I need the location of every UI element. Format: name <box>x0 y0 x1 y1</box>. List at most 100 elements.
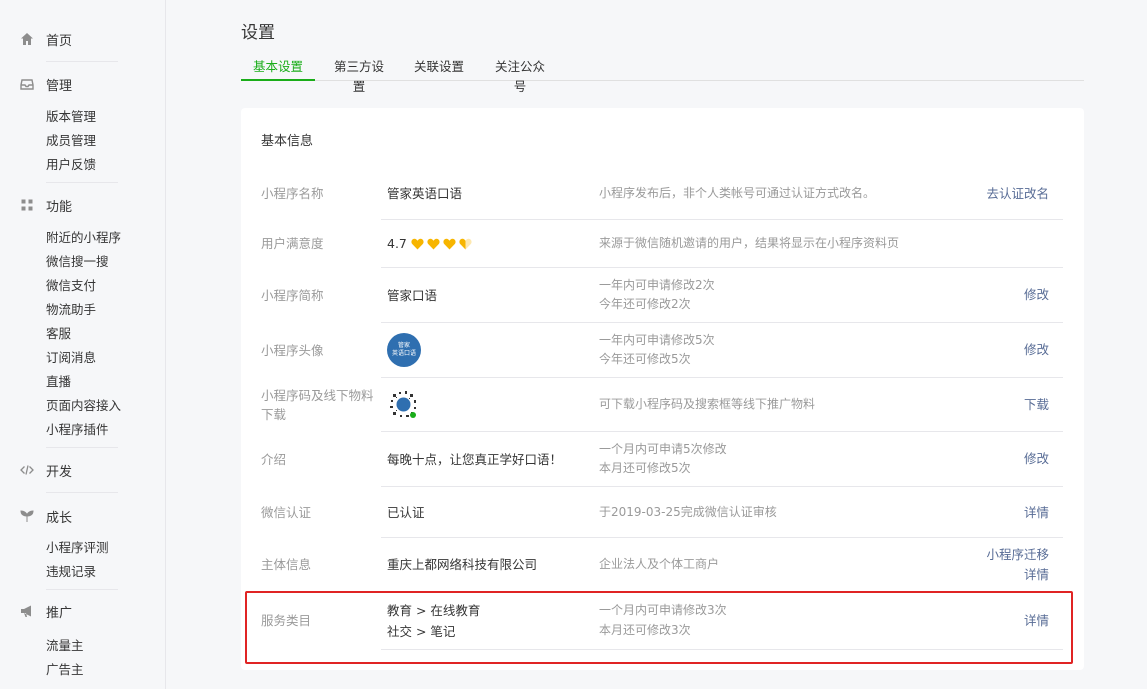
divider <box>46 589 118 590</box>
divider <box>381 649 1063 650</box>
card-title: 基本信息 <box>261 134 314 149</box>
row-desc-line2: 今年还可修改5次 <box>599 352 691 366</box>
sidebar-item-plugin[interactable]: 小程序插件 <box>46 421 109 439</box>
rating-score: 4.7 <box>387 236 407 251</box>
tab-association[interactable]: 关联设置 <box>414 57 464 81</box>
grid-icon <box>20 198 34 212</box>
row-avatar: 小程序头像 管家 英语口语 一年内可申请修改5次 今年还可修改5次 修改 <box>261 323 1063 378</box>
nav-home[interactable]: 首页 <box>20 29 72 49</box>
sidebar-item-nearby[interactable]: 附近的小程序 <box>46 229 121 247</box>
row-desc-line1: 一个月内可申请5次修改 <box>599 442 727 456</box>
sidebar-item-subscribe[interactable]: 订阅消息 <box>46 349 96 367</box>
category-item: 教育 > 在线教育 <box>387 603 481 618</box>
divider <box>46 61 118 62</box>
sidebar-item-advertiser[interactable]: 广告主 <box>46 661 84 679</box>
row-value: 每晚十点，让您真正学好口语！ <box>387 452 563 467</box>
row-desc-line2: 本月还可修改3次 <box>599 623 691 637</box>
row-desc: 企业法人及个体工商户 <box>599 557 720 571</box>
row-label: 小程序头像 <box>261 343 324 358</box>
nav-growth[interactable]: 成长 <box>20 506 72 526</box>
divider <box>46 492 118 493</box>
entity-details-link[interactable]: 详情 <box>1024 565 1049 585</box>
nav-features-label: 功能 <box>46 199 73 215</box>
rating-display: 4.7 <box>387 233 475 254</box>
sidebar-item-members[interactable]: 成员管理 <box>46 132 96 150</box>
tab-basic[interactable]: 基本设置 <box>241 57 315 81</box>
sidebar-item-version[interactable]: 版本管理 <box>46 108 96 126</box>
tab-bar: 基本设置 第三方设置 关联设置 关注公众号 <box>241 57 1084 94</box>
row-short-name: 小程序简称 管家口语 一年内可申请修改2次 今年还可修改2次 修改 <box>261 268 1063 323</box>
sidebar-item-violation[interactable]: 违规记录 <box>46 563 96 581</box>
row-label-line1: 小程序码及线下物料 <box>261 388 374 403</box>
edit-intro-link[interactable]: 修改 <box>1024 449 1049 469</box>
sidebar-item-live[interactable]: 直播 <box>46 373 71 391</box>
sidebar-item-search[interactable]: 微信搜一搜 <box>46 253 109 271</box>
nav-growth-label: 成长 <box>46 510 73 526</box>
edit-short-name-link[interactable]: 修改 <box>1024 285 1049 305</box>
row-desc: 小程序发布后，非个人类帐号可通过认证方式改名。 <box>599 186 876 200</box>
heart-icon <box>411 238 424 249</box>
row-label: 小程序简称 <box>261 288 324 303</box>
row-desc-line2: 今年还可修改2次 <box>599 297 691 311</box>
migrate-link[interactable]: 小程序迁移 <box>986 545 1049 565</box>
row-entity: 主体信息 重庆上都网络科技有限公司 企业法人及个体工商户 小程序迁移 详情 <box>261 538 1063 592</box>
row-desc-line1: 一个月内可申请修改3次 <box>599 603 727 617</box>
row-desc-line2: 本月还可修改5次 <box>599 461 691 475</box>
nav-promo[interactable]: 推广 <box>20 601 72 621</box>
row-desc: 可下载小程序码及搜索框等线下推广物料 <box>599 397 816 411</box>
row-label-line2: 下载 <box>261 407 287 422</box>
megaphone-icon <box>20 604 34 618</box>
row-desc-line1: 一年内可申请修改5次 <box>599 333 715 347</box>
row-label: 微信认证 <box>261 505 312 520</box>
avatar-text: 管家 <box>397 342 410 349</box>
sidebar-item-feedback[interactable]: 用户反馈 <box>46 156 96 174</box>
nav-manage[interactable]: 管理 <box>20 74 72 94</box>
row-categories: 服务类目 教育 > 在线教育 社交 > 笔记 一个月内可申请修改3次 本月还可修… <box>261 592 1063 650</box>
row-rating: 用户满意度 4.7 来源于微信随机邀请的用户，结果将显示在小程序资料页 <box>261 220 1063 268</box>
category-item: 社交 > 笔记 <box>387 624 456 639</box>
sidebar-item-logistics[interactable]: 物流助手 <box>46 301 96 319</box>
row-label: 介绍 <box>261 452 287 467</box>
row-label: 主体信息 <box>261 557 312 572</box>
qrcode-icon <box>387 388 420 421</box>
nav-features[interactable]: 功能 <box>20 195 72 215</box>
sidebar-item-pay[interactable]: 微信支付 <box>46 277 96 295</box>
nav-promo-label: 推广 <box>46 605 73 621</box>
inbox-icon <box>20 77 34 91</box>
home-icon <box>20 32 34 46</box>
basic-info-card: 基本信息 小程序名称 管家英语口语 小程序发布后，非个人类帐号可通过认证方式改名… <box>241 108 1084 670</box>
sidebar-item-traffic[interactable]: 流量主 <box>46 637 84 655</box>
nav-dev-label: 开发 <box>46 464 73 480</box>
nav-dev[interactable]: 开发 <box>20 460 72 480</box>
divider <box>46 182 118 183</box>
row-label: 服务类目 <box>261 613 312 628</box>
tab-third-party[interactable]: 第三方设置 <box>328 57 390 94</box>
rename-link[interactable]: 去认证改名 <box>986 184 1049 204</box>
row-value: 已认证 <box>387 505 425 520</box>
divider <box>46 447 118 448</box>
edit-avatar-link[interactable]: 修改 <box>1024 340 1049 360</box>
download-link[interactable]: 下载 <box>1024 395 1049 415</box>
row-value: 重庆上都网络科技有限公司 <box>387 557 538 572</box>
avatar: 管家 英语口语 <box>387 333 421 367</box>
row-desc: 于2019-03-25完成微信认证审核 <box>599 505 777 519</box>
row-label: 用户满意度 <box>261 236 324 251</box>
rating-hearts <box>411 238 475 250</box>
row-name: 小程序名称 管家英语口语 小程序发布后，非个人类帐号可通过认证方式改名。 去认证… <box>261 168 1063 220</box>
avatar-text: 英语口语 <box>391 350 416 357</box>
heart-icon <box>443 238 456 249</box>
tab-follow-account[interactable]: 关注公众号 <box>489 57 551 94</box>
sidebar-item-review[interactable]: 小程序评测 <box>46 539 109 557</box>
row-desc-line1: 一年内可申请修改2次 <box>599 278 715 292</box>
row-certification: 微信认证 已认证 于2019-03-25完成微信认证审核 详情 <box>261 487 1063 538</box>
sidebar-item-service[interactable]: 客服 <box>46 325 71 343</box>
page-title: 设置 <box>241 23 275 43</box>
row-intro: 介绍 每晚十点，让您真正学好口语！ 一个月内可申请5次修改 本月还可修改5次 修… <box>261 432 1063 487</box>
sprout-icon <box>20 509 34 523</box>
sidebar-item-content[interactable]: 页面内容接入 <box>46 397 121 415</box>
row-value: 管家英语口语 <box>387 186 463 201</box>
nav-manage-label: 管理 <box>46 78 73 94</box>
certification-details-link[interactable]: 详情 <box>1024 503 1049 523</box>
row-label: 小程序名称 <box>261 186 324 201</box>
category-details-link[interactable]: 详情 <box>1024 611 1049 631</box>
